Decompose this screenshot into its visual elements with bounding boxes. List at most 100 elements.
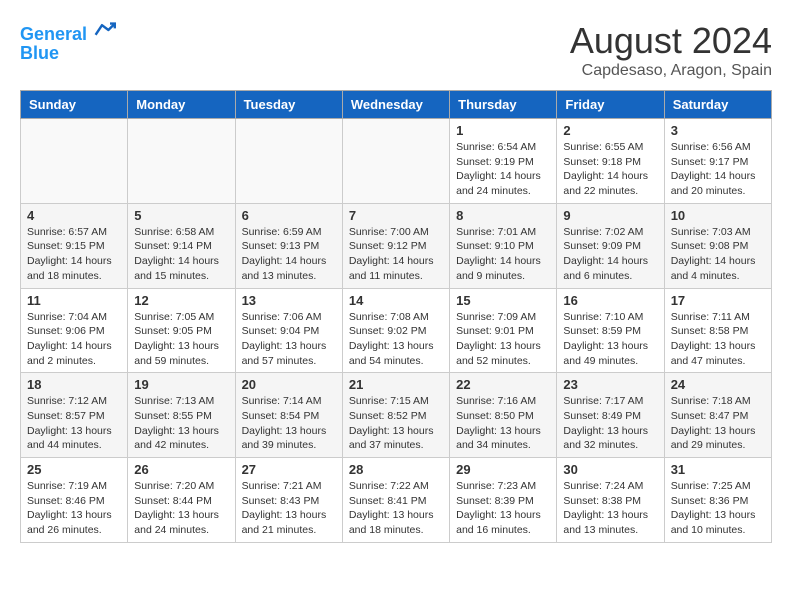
day-number: 20 — [242, 377, 336, 392]
day-info: Sunrise: 7:00 AM Sunset: 9:12 PM Dayligh… — [349, 225, 443, 284]
day-number: 30 — [563, 462, 657, 477]
calendar-cell: 30 Sunrise: 7:24 AM Sunset: 8:38 PM Dayli… — [557, 458, 664, 543]
calendar-cell: 7 Sunrise: 7:00 AM Sunset: 9:12 PM Daylig… — [342, 203, 449, 288]
calendar-cell — [21, 119, 128, 204]
weekday-header-sunday: Sunday — [21, 91, 128, 119]
day-info: Sunrise: 7:24 AM Sunset: 8:38 PM Dayligh… — [563, 479, 657, 538]
day-number: 12 — [134, 293, 228, 308]
day-number: 25 — [27, 462, 121, 477]
day-number: 23 — [563, 377, 657, 392]
page-title: August 2024 — [570, 20, 772, 62]
weekday-header-friday: Friday — [557, 91, 664, 119]
day-info: Sunrise: 7:01 AM Sunset: 9:10 PM Dayligh… — [456, 225, 550, 284]
day-number: 28 — [349, 462, 443, 477]
calendar-cell: 26 Sunrise: 7:20 AM Sunset: 8:44 PM Dayli… — [128, 458, 235, 543]
calendar-cell: 5Sunrise: 6:58 AM Sunset: 9:14 PM Daylig… — [128, 203, 235, 288]
day-info: Sunrise: 7:19 AM Sunset: 8:46 PM Dayligh… — [27, 479, 121, 538]
calendar-cell: 13 Sunrise: 7:06 AM Sunset: 9:04 PM Dayli… — [235, 288, 342, 373]
day-number: 19 — [134, 377, 228, 392]
logo-icon — [94, 20, 118, 40]
weekday-header-tuesday: Tuesday — [235, 91, 342, 119]
logo-text: General — [20, 20, 118, 45]
day-number: 24 — [671, 377, 765, 392]
day-number: 6 — [242, 208, 336, 223]
calendar-cell: 19 Sunrise: 7:13 AM Sunset: 8:55 PM Dayli… — [128, 373, 235, 458]
day-info: Sunrise: 7:14 AM Sunset: 8:54 PM Dayligh… — [242, 394, 336, 453]
calendar-cell: 1Sunrise: 6:54 AM Sunset: 9:19 PM Daylig… — [450, 119, 557, 204]
day-info: Sunrise: 7:10 AM Sunset: 8:59 PM Dayligh… — [563, 310, 657, 369]
day-info: Sunrise: 7:18 AM Sunset: 8:47 PM Dayligh… — [671, 394, 765, 453]
day-number: 7 — [349, 208, 443, 223]
day-info: Sunrise: 7:06 AM Sunset: 9:04 PM Dayligh… — [242, 310, 336, 369]
day-info: Sunrise: 7:13 AM Sunset: 8:55 PM Dayligh… — [134, 394, 228, 453]
calendar-cell: 2 Sunrise: 6:55 AM Sunset: 9:18 PM Daylig… — [557, 119, 664, 204]
day-number: 21 — [349, 377, 443, 392]
day-number: 17 — [671, 293, 765, 308]
day-info: Sunrise: 7:23 AM Sunset: 8:39 PM Dayligh… — [456, 479, 550, 538]
day-info: Sunrise: 7:04 AM Sunset: 9:06 PM Dayligh… — [27, 310, 121, 369]
day-info: Sunrise: 7:03 AM Sunset: 9:08 PM Dayligh… — [671, 225, 765, 284]
day-info: Sunrise: 6:57 AM Sunset: 9:15 PM Dayligh… — [27, 225, 121, 284]
day-number: 2 — [563, 123, 657, 138]
calendar-cell: 24 Sunrise: 7:18 AM Sunset: 8:47 PM Dayli… — [664, 373, 771, 458]
calendar-cell: 27Sunrise: 7:21 AM Sunset: 8:43 PM Dayli… — [235, 458, 342, 543]
day-info: Sunrise: 7:22 AM Sunset: 8:41 PM Dayligh… — [349, 479, 443, 538]
day-number: 15 — [456, 293, 550, 308]
calendar-cell: 16 Sunrise: 7:10 AM Sunset: 8:59 PM Dayli… — [557, 288, 664, 373]
day-info: Sunrise: 7:25 AM Sunset: 8:36 PM Dayligh… — [671, 479, 765, 538]
day-number: 26 — [134, 462, 228, 477]
day-number: 31 — [671, 462, 765, 477]
calendar-cell: 31 Sunrise: 7:25 AM Sunset: 8:36 PM Dayli… — [664, 458, 771, 543]
calendar-cell: 25 Sunrise: 7:19 AM Sunset: 8:46 PM Dayli… — [21, 458, 128, 543]
calendar-week-row: 18Sunrise: 7:12 AM Sunset: 8:57 PM Dayli… — [21, 373, 772, 458]
calendar-cell: 11Sunrise: 7:04 AM Sunset: 9:06 PM Dayli… — [21, 288, 128, 373]
day-number: 1 — [456, 123, 550, 138]
day-number: 8 — [456, 208, 550, 223]
day-info: Sunrise: 7:09 AM Sunset: 9:01 PM Dayligh… — [456, 310, 550, 369]
calendar-cell: 14 Sunrise: 7:08 AM Sunset: 9:02 PM Dayli… — [342, 288, 449, 373]
day-number: 16 — [563, 293, 657, 308]
title-block: August 2024 Capdesaso, Aragon, Spain — [570, 20, 772, 80]
calendar-cell: 21 Sunrise: 7:15 AM Sunset: 8:52 PM Dayli… — [342, 373, 449, 458]
calendar-cell: 15 Sunrise: 7:09 AM Sunset: 9:01 PM Dayli… — [450, 288, 557, 373]
calendar-week-row: 1Sunrise: 6:54 AM Sunset: 9:19 PM Daylig… — [21, 119, 772, 204]
day-info: Sunrise: 6:55 AM Sunset: 9:18 PM Dayligh… — [563, 140, 657, 199]
day-number: 3 — [671, 123, 765, 138]
calendar-cell: 3 Sunrise: 6:56 AM Sunset: 9:17 PM Daylig… — [664, 119, 771, 204]
page-header: General Blue August 2024 Capdesaso, Arag… — [20, 20, 772, 80]
calendar-cell: 28 Sunrise: 7:22 AM Sunset: 8:41 PM Dayli… — [342, 458, 449, 543]
calendar-table: SundayMondayTuesdayWednesdayThursdayFrid… — [20, 90, 772, 543]
calendar-cell: 23 Sunrise: 7:17 AM Sunset: 8:49 PM Dayli… — [557, 373, 664, 458]
weekday-header-wednesday: Wednesday — [342, 91, 449, 119]
calendar-week-row: 4 Sunrise: 6:57 AM Sunset: 9:15 PM Daylig… — [21, 203, 772, 288]
day-info: Sunrise: 7:20 AM Sunset: 8:44 PM Dayligh… — [134, 479, 228, 538]
logo-blue: Blue — [20, 43, 118, 64]
day-info: Sunrise: 7:08 AM Sunset: 9:02 PM Dayligh… — [349, 310, 443, 369]
day-info: Sunrise: 6:59 AM Sunset: 9:13 PM Dayligh… — [242, 225, 336, 284]
weekday-header-saturday: Saturday — [664, 91, 771, 119]
calendar-cell: 18Sunrise: 7:12 AM Sunset: 8:57 PM Dayli… — [21, 373, 128, 458]
day-number: 29 — [456, 462, 550, 477]
weekday-header-monday: Monday — [128, 91, 235, 119]
calendar-cell: 29 Sunrise: 7:23 AM Sunset: 8:39 PM Dayli… — [450, 458, 557, 543]
day-info: Sunrise: 7:15 AM Sunset: 8:52 PM Dayligh… — [349, 394, 443, 453]
day-info: Sunrise: 7:11 AM Sunset: 8:58 PM Dayligh… — [671, 310, 765, 369]
day-info: Sunrise: 7:05 AM Sunset: 9:05 PM Dayligh… — [134, 310, 228, 369]
calendar-cell: 8 Sunrise: 7:01 AM Sunset: 9:10 PM Daylig… — [450, 203, 557, 288]
calendar-cell: 12 Sunrise: 7:05 AM Sunset: 9:05 PM Dayli… — [128, 288, 235, 373]
calendar-cell — [342, 119, 449, 204]
calendar-header-row: SundayMondayTuesdayWednesdayThursdayFrid… — [21, 91, 772, 119]
day-info: Sunrise: 7:12 AM Sunset: 8:57 PM Dayligh… — [27, 394, 121, 453]
day-info: Sunrise: 7:17 AM Sunset: 8:49 PM Dayligh… — [563, 394, 657, 453]
day-info: Sunrise: 7:16 AM Sunset: 8:50 PM Dayligh… — [456, 394, 550, 453]
calendar-week-row: 25 Sunrise: 7:19 AM Sunset: 8:46 PM Dayli… — [21, 458, 772, 543]
day-number: 14 — [349, 293, 443, 308]
day-info: Sunrise: 6:56 AM Sunset: 9:17 PM Dayligh… — [671, 140, 765, 199]
day-number: 10 — [671, 208, 765, 223]
day-number: 4 — [27, 208, 121, 223]
weekday-header-thursday: Thursday — [450, 91, 557, 119]
calendar-cell: 10 Sunrise: 7:03 AM Sunset: 9:08 PM Dayli… — [664, 203, 771, 288]
calendar-cell: 9Sunrise: 7:02 AM Sunset: 9:09 PM Daylig… — [557, 203, 664, 288]
calendar-cell: 20 Sunrise: 7:14 AM Sunset: 8:54 PM Dayli… — [235, 373, 342, 458]
day-number: 13 — [242, 293, 336, 308]
